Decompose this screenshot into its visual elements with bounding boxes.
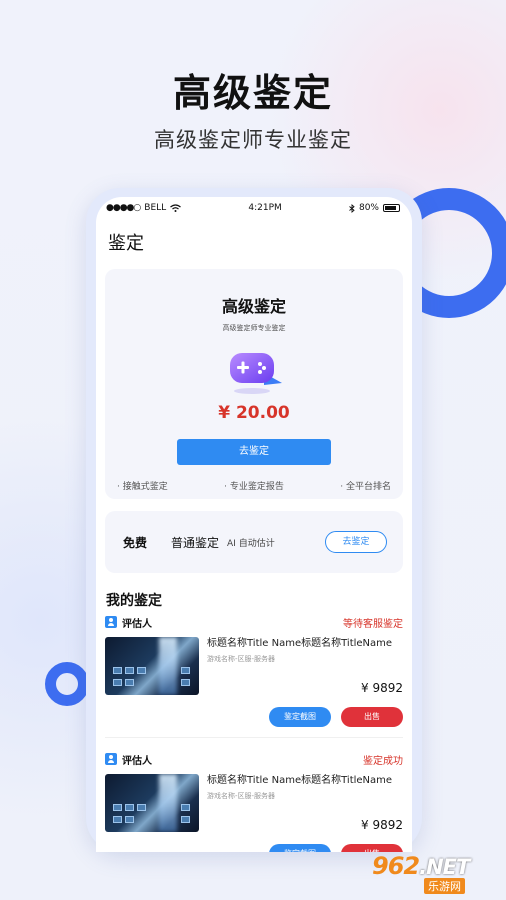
feature-item: · 接触式鉴定 xyxy=(117,482,168,492)
record-subtitle: 游戏名称-区服-服务器 xyxy=(207,655,276,663)
premium-subtitle: 高级鉴定师专业鉴定 xyxy=(222,324,286,332)
watermark-brand: 962 xyxy=(372,852,420,880)
free-appraisal-card: 免费 普通鉴定 AI 自动估计 去鉴定 xyxy=(105,511,403,573)
my-appraisals-title: 我的鉴定 xyxy=(106,593,162,609)
feature-item: · 全平台排名 xyxy=(340,482,391,492)
premium-appraisal-card: 高级鉴定 高级鉴定师专业鉴定 ¥ 20.00 去鉴定 · 接触式鉴定 · 专业鉴… xyxy=(105,269,403,499)
record-title[interactable]: 标题名称Title Name标题名称TitleName xyxy=(207,774,403,787)
appraisal-record: 评估人 鉴定成功 标题名称Title Name标题名称TitleName 游戏名… xyxy=(96,750,412,852)
divider xyxy=(105,737,403,738)
evaluator-icon xyxy=(105,616,117,628)
sell-button[interactable]: 出售 xyxy=(341,707,403,727)
phone-screen: ●●●●○ BELL 4:21PM 80% 鉴定 高级鉴定 高级鉴定师专业鉴定 xyxy=(96,197,412,852)
premium-price: ¥ 20.00 xyxy=(218,403,290,423)
feature-list: · 接触式鉴定 · 专业鉴定报告 · 全平台排名 xyxy=(105,479,403,492)
status-time: 4:21PM xyxy=(248,203,282,213)
record-status: 鉴定成功 xyxy=(363,755,403,767)
promo-subline: 高级鉴定师专业鉴定 xyxy=(154,128,352,152)
record-price: ¥ 9892 xyxy=(361,681,403,695)
free-appraise-button[interactable]: 去鉴定 xyxy=(325,531,387,553)
appraisal-screenshot-button[interactable]: 鉴定截图 xyxy=(269,844,331,852)
watermark-caption: 乐游网 xyxy=(424,878,465,894)
appraisal-record: 评估人 等待客服鉴定 标题名称Title Name标题名称TitleName 游… xyxy=(96,613,412,738)
free-label: 免费 xyxy=(123,535,148,550)
appraisal-screenshot-button[interactable]: 鉴定截图 xyxy=(269,707,331,727)
record-price: ¥ 9892 xyxy=(361,818,403,832)
feature-item: · 专业鉴定报告 xyxy=(224,482,284,492)
phone-frame: ●●●●○ BELL 4:21PM 80% 鉴定 高级鉴定 高级鉴定师专业鉴定 xyxy=(86,188,422,852)
promo-headline: 高级鉴定 xyxy=(172,71,333,115)
wifi-icon xyxy=(170,204,182,212)
game-screenshot-thumbnail[interactable] xyxy=(105,637,199,695)
status-bar: ●●●●○ BELL 4:21PM 80% xyxy=(96,197,412,219)
evaluator-icon xyxy=(105,753,117,765)
gamepad-chat-icon xyxy=(224,347,284,395)
bluetooth-icon xyxy=(349,203,355,213)
record-status: 等待客服鉴定 xyxy=(343,618,403,630)
battery-icon xyxy=(382,204,400,212)
evaluator-label: 评估人 xyxy=(122,755,152,767)
premium-title: 高级鉴定 xyxy=(221,297,286,316)
carrier-label: BELL xyxy=(144,203,167,213)
record-subtitle: 游戏名称-区服-服务器 xyxy=(207,792,276,800)
battery-percent: 80% xyxy=(358,203,379,213)
ai-estimate-label: AI 自动估计 xyxy=(227,538,275,549)
normal-appraisal-label: 普通鉴定 xyxy=(171,535,220,550)
site-watermark: 962.NET 乐游网 xyxy=(366,852,502,896)
sell-button[interactable]: 出售 xyxy=(341,844,403,852)
game-screenshot-thumbnail[interactable] xyxy=(105,774,199,832)
signal-dots: ●●●●○ xyxy=(106,203,141,213)
record-title[interactable]: 标题名称Title Name标题名称TitleName xyxy=(207,637,403,650)
premium-appraise-button[interactable]: 去鉴定 xyxy=(177,439,331,465)
decorative-ring-small xyxy=(45,662,89,706)
evaluator-label: 评估人 xyxy=(122,618,152,630)
watermark-suffix: .NET xyxy=(419,855,470,879)
page-title: 鉴定 xyxy=(108,233,144,254)
